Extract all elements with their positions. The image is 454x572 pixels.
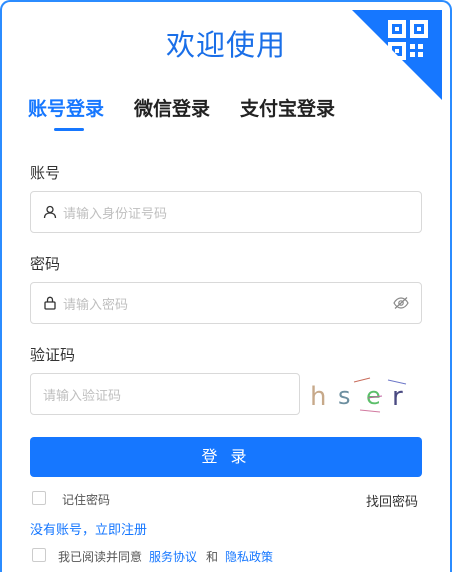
tab-account-login[interactable]: 账号登录	[28, 94, 105, 131]
captcha-char: r	[392, 382, 403, 412]
agreement-and: 和	[206, 550, 219, 564]
remember-label: 记住密码	[62, 493, 111, 507]
eye-off-icon[interactable]	[393, 296, 409, 310]
lock-icon	[44, 296, 56, 310]
captcha-image[interactable]: h s e r	[308, 374, 422, 414]
tab-label: 账号登录	[28, 98, 105, 120]
service-agreement-link[interactable]: 服务协议	[149, 548, 197, 565]
captcha-char: h	[310, 382, 326, 412]
captcha-placeholder: 请输入验证码	[43, 388, 122, 404]
qr-code-icon[interactable]	[352, 10, 442, 100]
active-tab-indicator	[54, 128, 84, 131]
captcha-input[interactable]: 请输入验证码	[30, 373, 300, 415]
tab-alipay-login[interactable]: 支付宝登录	[240, 94, 335, 121]
password-placeholder: 请输入密码	[63, 297, 129, 313]
agreement-checkbox[interactable]	[32, 548, 46, 562]
tab-label: 支付宝登录	[240, 98, 336, 120]
tab-label: 微信登录	[134, 98, 211, 120]
remember-checkbox[interactable]	[32, 491, 46, 505]
tab-wechat-login[interactable]: 微信登录	[134, 94, 210, 121]
login-card: 欢迎使用 账号登录 微信登录 支付宝登录 账号 请输入身份证号码 密码 请输入密…	[0, 0, 452, 572]
captcha-char: s	[338, 382, 351, 410]
agreement-text: 我已阅读并同意	[58, 550, 143, 564]
user-icon	[43, 205, 57, 219]
login-button[interactable]: 登 录	[30, 437, 422, 477]
forgot-password-link[interactable]: 找回密码	[366, 491, 418, 510]
privacy-policy-link[interactable]: 隐私政策	[225, 548, 273, 565]
password-label: 密码	[30, 255, 61, 273]
account-input[interactable]: 请输入身份证号码	[30, 191, 422, 233]
register-link[interactable]: 没有账号，立即注册	[30, 519, 147, 538]
account-label: 账号	[30, 164, 61, 182]
captcha-label: 验证码	[30, 346, 76, 364]
account-placeholder: 请输入身份证号码	[63, 206, 168, 222]
login-tabs: 账号登录 微信登录 支付宝登录	[28, 94, 365, 131]
password-input[interactable]: 请输入密码	[30, 282, 422, 324]
